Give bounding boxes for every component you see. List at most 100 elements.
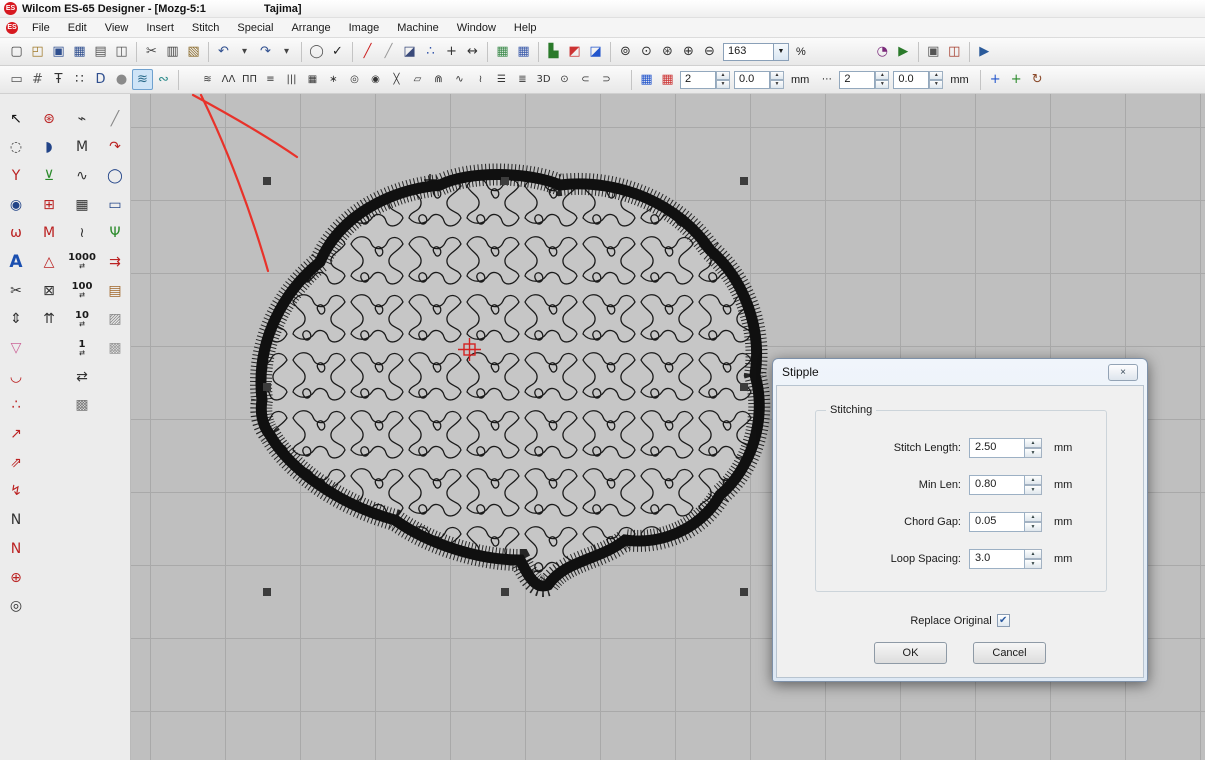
design-d-icon[interactable]: D xyxy=(90,69,111,90)
field-input[interactable]: 0.05 xyxy=(969,512,1025,532)
zoom-combo[interactable]: 163 ▼ xyxy=(723,43,789,61)
stem-stitch-icon[interactable]: ∿ xyxy=(449,69,470,90)
spacing-count-input[interactable]: 2 xyxy=(680,71,716,89)
spin-down-icon[interactable]: ▼ xyxy=(875,80,889,89)
color-film-icon[interactable]: ◩ xyxy=(564,41,585,62)
flag-tool[interactable]: ▤ xyxy=(101,278,129,303)
spin-down-icon[interactable]: ▼ xyxy=(1025,448,1042,458)
spacing-count-spinner[interactable]: ▲▼ xyxy=(716,71,730,89)
grid-icon[interactable]: ▦ xyxy=(492,41,513,62)
zoom-out-icon[interactable]: ⊖ xyxy=(699,41,720,62)
stitch-view-blue-icon[interactable]: ◪ xyxy=(399,41,420,62)
selection-handle[interactable] xyxy=(740,383,748,391)
title-bar[interactable]: ES Wilcom ES-65 Designer - [Mozg-5:1 Taj… xyxy=(0,0,1205,18)
curve-run-tool[interactable]: Ν xyxy=(2,536,30,561)
selection-handle[interactable] xyxy=(501,177,509,185)
menu-image[interactable]: Image xyxy=(340,20,389,36)
stipple-outline-icon[interactable]: ∾ xyxy=(153,69,174,90)
redo-dropdown-icon[interactable]: ▾ xyxy=(276,41,297,62)
texture-tool[interactable]: ▩ xyxy=(68,393,96,418)
center-design-icon[interactable]: + xyxy=(1006,69,1027,90)
rectangle-tool[interactable]: ▭ xyxy=(101,192,129,217)
curve-tool[interactable]: ↷ xyxy=(101,135,129,160)
contour-fill-icon[interactable]: ◎ xyxy=(344,69,365,90)
spin-down-icon[interactable]: ▼ xyxy=(716,80,730,89)
spacing-mm-field[interactable]: 0.0 ▲▼ xyxy=(734,71,784,89)
hoop-icon[interactable]: ◯ xyxy=(306,41,327,62)
flower-fill-tool[interactable]: ⊛ xyxy=(35,106,63,131)
machine-icon[interactable]: ◫ xyxy=(944,41,965,62)
measure-icon[interactable]: ↔ xyxy=(462,41,483,62)
zoom-value-input[interactable]: 163 xyxy=(723,43,773,61)
spin-down-icon[interactable]: ▼ xyxy=(929,80,943,89)
field-spinner[interactable]: ▲ ▼ xyxy=(1025,512,1042,532)
spin-up-icon[interactable]: ▲ xyxy=(770,71,784,80)
parallel-run-tool[interactable]: ⇉ xyxy=(101,249,129,274)
field-spinner[interactable]: ▲ ▼ xyxy=(1025,475,1042,495)
grid-fill-tool[interactable]: ⊞ xyxy=(35,192,63,217)
dialog-title-bar[interactable]: Stipple × xyxy=(773,359,1147,385)
undo-icon[interactable]: ↶ xyxy=(213,41,234,62)
spin-up-icon[interactable]: ▲ xyxy=(1025,512,1042,522)
scissors-tool[interactable]: ✂ xyxy=(2,278,30,303)
stitch-view-plain-icon[interactable]: ╱ xyxy=(378,41,399,62)
redo-icon[interactable]: ↷ xyxy=(255,41,276,62)
shade-a-tool[interactable]: ▨ xyxy=(101,307,129,332)
e-stitch-icon[interactable]: ΠΠ xyxy=(239,69,260,90)
ruler-icon[interactable]: ▦ xyxy=(513,41,534,62)
spin-down-icon[interactable]: ▼ xyxy=(1025,559,1042,569)
copy-icon[interactable]: ▥ xyxy=(162,41,183,62)
triple-run-icon[interactable]: ☰ xyxy=(491,69,512,90)
new-icon[interactable]: ▢ xyxy=(6,41,27,62)
menu-help[interactable]: Help xyxy=(505,20,546,36)
stitch-length-icon[interactable]: ▦ xyxy=(657,69,678,90)
buttonhole-icon[interactable]: ⋒ xyxy=(428,69,449,90)
menu-insert[interactable]: Insert xyxy=(137,20,183,36)
run-tool[interactable]: ↗ xyxy=(2,422,30,447)
replace-original-checkbox[interactable]: ✔ xyxy=(997,614,1010,627)
cut-icon[interactable]: ✂ xyxy=(141,41,162,62)
wave-tool[interactable]: ω xyxy=(2,221,30,246)
zoom-1-1-icon[interactable]: ⊙ xyxy=(636,41,657,62)
dialog-close-button[interactable]: × xyxy=(1108,364,1138,381)
length-count-input[interactable]: 2 xyxy=(839,71,875,89)
selection-handle[interactable] xyxy=(263,383,271,391)
spin-down-icon[interactable]: ▼ xyxy=(770,80,784,89)
menu-machine[interactable]: Machine xyxy=(388,20,448,36)
satin-stitch-icon[interactable]: ≋ xyxy=(197,69,218,90)
print-preview-icon[interactable]: ◫ xyxy=(111,41,132,62)
selection-handle[interactable] xyxy=(740,588,748,596)
save-all-icon[interactable]: ▦ xyxy=(69,41,90,62)
ok-button[interactable]: OK xyxy=(874,642,947,664)
field-input[interactable]: 3.0 xyxy=(969,549,1025,569)
arc-tool[interactable]: ◡ xyxy=(2,364,30,389)
menu-file[interactable]: File xyxy=(23,20,59,36)
swap-tool[interactable]: ⇄ xyxy=(68,364,96,389)
menu-app-icon[interactable]: ES xyxy=(6,22,18,34)
move-design-icon[interactable]: + xyxy=(985,69,1006,90)
spin-up-icon[interactable]: ▲ xyxy=(716,71,730,80)
length-dots-icon[interactable]: ⋯ xyxy=(816,69,837,90)
stitch-spacing-icon[interactable]: ▦ xyxy=(636,69,657,90)
menu-stitch[interactable]: Stitch xyxy=(183,20,229,36)
selection-handle[interactable] xyxy=(263,177,271,185)
spin-up-icon[interactable]: ▲ xyxy=(1025,438,1042,448)
polygon-select-tool[interactable]: ◌ xyxy=(2,135,30,160)
3d-warp-icon[interactable]: 3D xyxy=(533,69,554,90)
length-mm-field[interactable]: 0.0 ▲▼ xyxy=(893,71,943,89)
selection-handle[interactable] xyxy=(740,177,748,185)
spacing-mm-spinner[interactable]: ▲▼ xyxy=(770,71,784,89)
field-spinner[interactable]: ▲ ▼ xyxy=(1025,549,1042,569)
m-fill-tool[interactable]: Μ xyxy=(35,221,63,246)
menu-window[interactable]: Window xyxy=(448,20,505,36)
spin-down-icon[interactable]: ▼ xyxy=(1025,485,1042,495)
stipple-fill-icon[interactable]: ≋ xyxy=(132,69,153,90)
m-outline-tool[interactable]: Μ xyxy=(68,135,96,160)
check-design-icon[interactable]: ✓ xyxy=(327,41,348,62)
save-icon[interactable]: ▣ xyxy=(48,41,69,62)
half-fill-tool[interactable]: ◗ xyxy=(35,135,63,160)
length-count-spinner[interactable]: ▲▼ xyxy=(875,71,889,89)
run-stitch-icon[interactable]: ≀ xyxy=(470,69,491,90)
zoom-1000-button[interactable]: 1000 xyxy=(68,249,96,274)
digitize-tool[interactable]: ◉ xyxy=(2,192,30,217)
